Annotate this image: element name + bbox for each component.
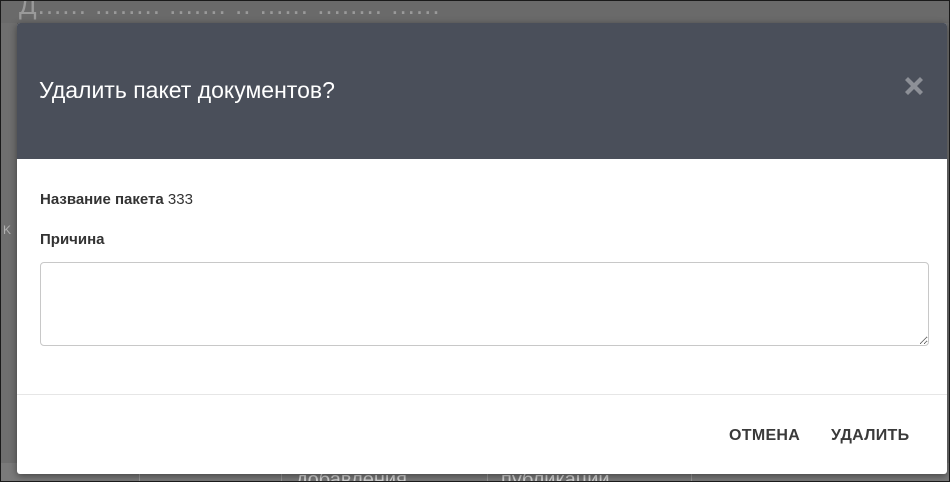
- package-name-line: Название пакета 333: [40, 191, 193, 208]
- dialog-footer: ОТМЕНА УДАЛИТЬ: [17, 395, 947, 474]
- package-name-label: Название пакета: [40, 191, 164, 208]
- dialog-body: Название пакета 333 Причина: [17, 159, 947, 394]
- delete-package-dialog: Удалить пакет документов? Название пакет…: [17, 23, 947, 474]
- background-left-strip: K: [1, 23, 17, 481]
- dialog-title: Удалить пакет документов?: [39, 77, 335, 103]
- dialog-header: Удалить пакет документов?: [17, 23, 947, 159]
- background-page-heading: Д...... ........ ....... .. ...... .....…: [1, 1, 949, 23]
- reason-textarea[interactable]: [40, 262, 929, 346]
- screenshot-frame: Д...... ........ ....... .. ...... .....…: [0, 0, 950, 482]
- package-name-value: 333: [167, 191, 193, 208]
- cancel-button[interactable]: ОТМЕНА: [729, 427, 800, 445]
- close-icon[interactable]: [899, 71, 929, 101]
- delete-button[interactable]: УДАЛИТЬ: [831, 427, 909, 445]
- reason-label: Причина: [40, 231, 105, 248]
- background-heading-text: Д...... ........ ....... .. ...... .....…: [19, 1, 441, 20]
